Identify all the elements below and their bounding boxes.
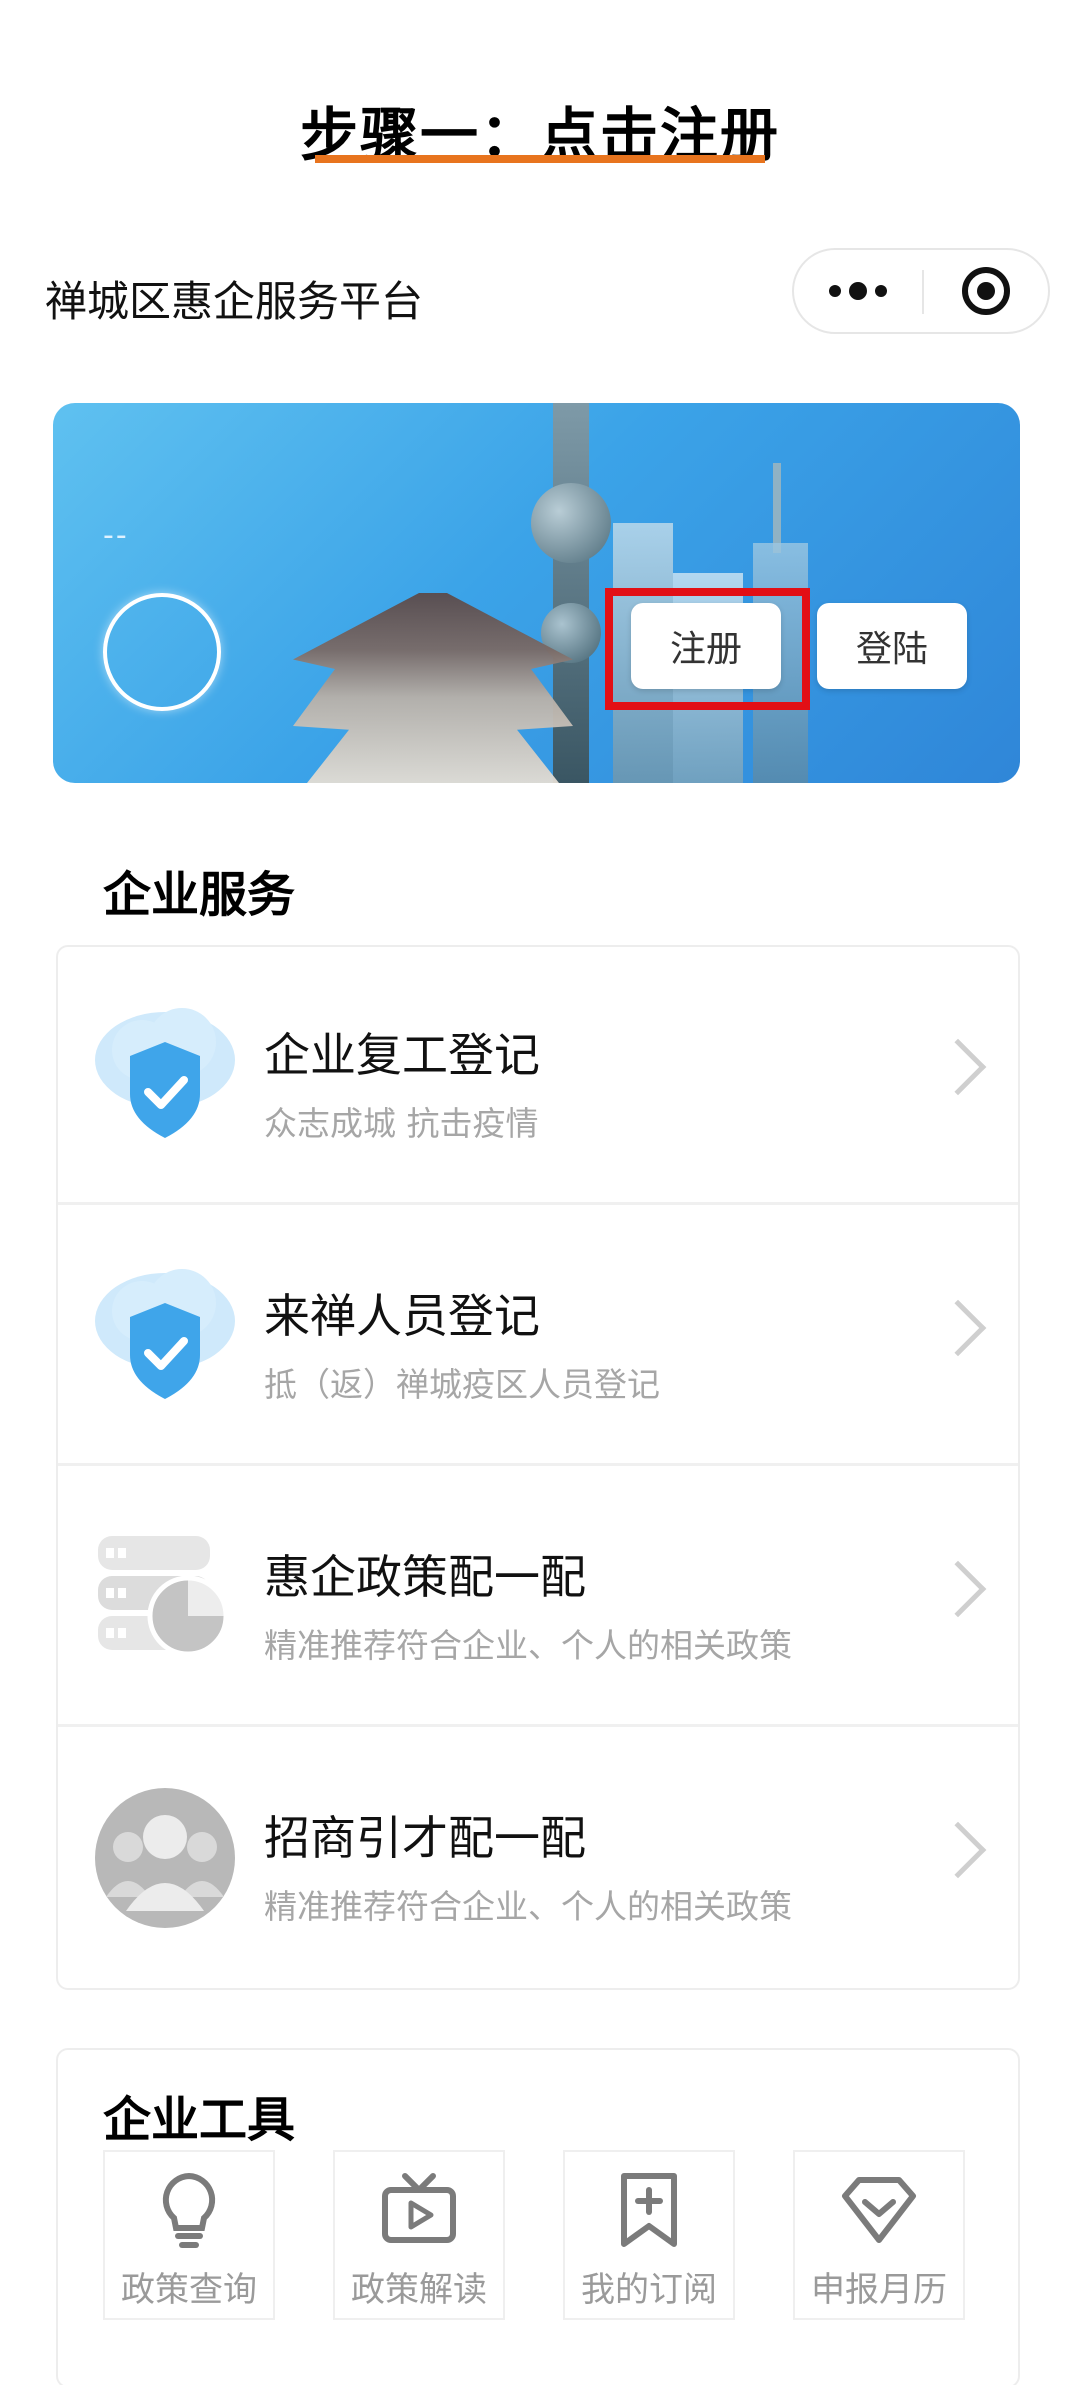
banner-spire (773, 463, 781, 553)
tv-play-icon (335, 2170, 503, 2250)
lightbulb-icon (105, 2170, 273, 2250)
chevron-right-icon (929, 1299, 987, 1357)
list-item-subtitle: 众志成城 抗击疫情 (264, 1104, 539, 1143)
mini-program-capsule (792, 248, 1050, 334)
avatar[interactable] (103, 593, 221, 711)
tools-section-title: 企业工具 (103, 2092, 296, 2148)
services-section-title: 企业服务 (103, 867, 296, 923)
app-title: 禅城区惠企服务平台 (45, 277, 424, 326)
list-item[interactable]: 企业复工登记 众志成城 抗击疫情 (58, 947, 1018, 1205)
step-title-underline (315, 155, 765, 163)
tool-my-subscriptions[interactable]: 我的订阅 (563, 2150, 735, 2320)
target-circle-icon[interactable] (962, 267, 1010, 315)
list-item-title: 企业复工登记 (264, 1028, 540, 1082)
more-dots-icon[interactable] (794, 250, 922, 332)
user-name-placeholder: -- (103, 518, 129, 553)
people-group-icon (92, 1785, 238, 1931)
chevron-right-icon (929, 1821, 987, 1879)
bookmark-plus-icon (565, 2170, 733, 2250)
tool-policy-interpretation[interactable]: 政策解读 (333, 2150, 505, 2320)
tools-section: 企业工具 政策查询 政策解读 我的订阅 申报月历 (56, 2048, 1020, 2385)
list-item[interactable]: 惠企政策配一配 精准推荐符合企业、个人的相关政策 (58, 1469, 1018, 1727)
banner-tower-sphere (531, 483, 611, 563)
tool-label: 申报月历 (811, 2270, 947, 2310)
list-item-subtitle: 精准推荐符合企业、个人的相关政策 (264, 1626, 792, 1665)
tool-label: 政策解读 (351, 2270, 487, 2310)
list-item-subtitle: 抵（返）禅城疫区人员登记 (264, 1365, 660, 1404)
list-item-title: 来禅人员登记 (264, 1289, 540, 1343)
chevron-right-icon (929, 1560, 987, 1618)
services-list: 企业复工登记 众志成城 抗击疫情 来禅人员登记 抵（返）禅城疫区人员登记 惠企政… (56, 945, 1020, 1990)
chevron-right-icon (929, 1038, 987, 1096)
login-button[interactable]: 登陆 (817, 603, 967, 689)
step-title-text: 步骤一：点击注册 (299, 101, 780, 169)
register-highlight-box (605, 588, 810, 710)
tool-policy-search[interactable]: 政策查询 (103, 2150, 275, 2320)
banner-temple (293, 593, 573, 783)
cloud-shield-check-icon (92, 1263, 238, 1409)
diamond-badge-icon (795, 2170, 963, 2250)
cloud-shield-check-icon (92, 1002, 238, 1148)
tool-label: 我的订阅 (581, 2270, 717, 2310)
tool-declaration-calendar[interactable]: 申报月历 (793, 2150, 965, 2320)
list-item-subtitle: 精准推荐符合企业、个人的相关政策 (264, 1887, 792, 1926)
list-item[interactable]: 来禅人员登记 抵（返）禅城疫区人员登记 (58, 1208, 1018, 1466)
step-title: 步骤一：点击注册 (0, 88, 1080, 178)
list-item-title: 惠企政策配一配 (264, 1550, 586, 1604)
list-item-title: 招商引才配一配 (264, 1811, 586, 1865)
server-chart-icon (92, 1524, 238, 1670)
tool-label: 政策查询 (121, 2270, 257, 2310)
capsule-divider (922, 270, 924, 314)
list-item[interactable]: 招商引才配一配 精准推荐符合企业、个人的相关政策 (58, 1730, 1018, 1988)
hero-banner: -- 注册 登陆 (53, 403, 1020, 783)
